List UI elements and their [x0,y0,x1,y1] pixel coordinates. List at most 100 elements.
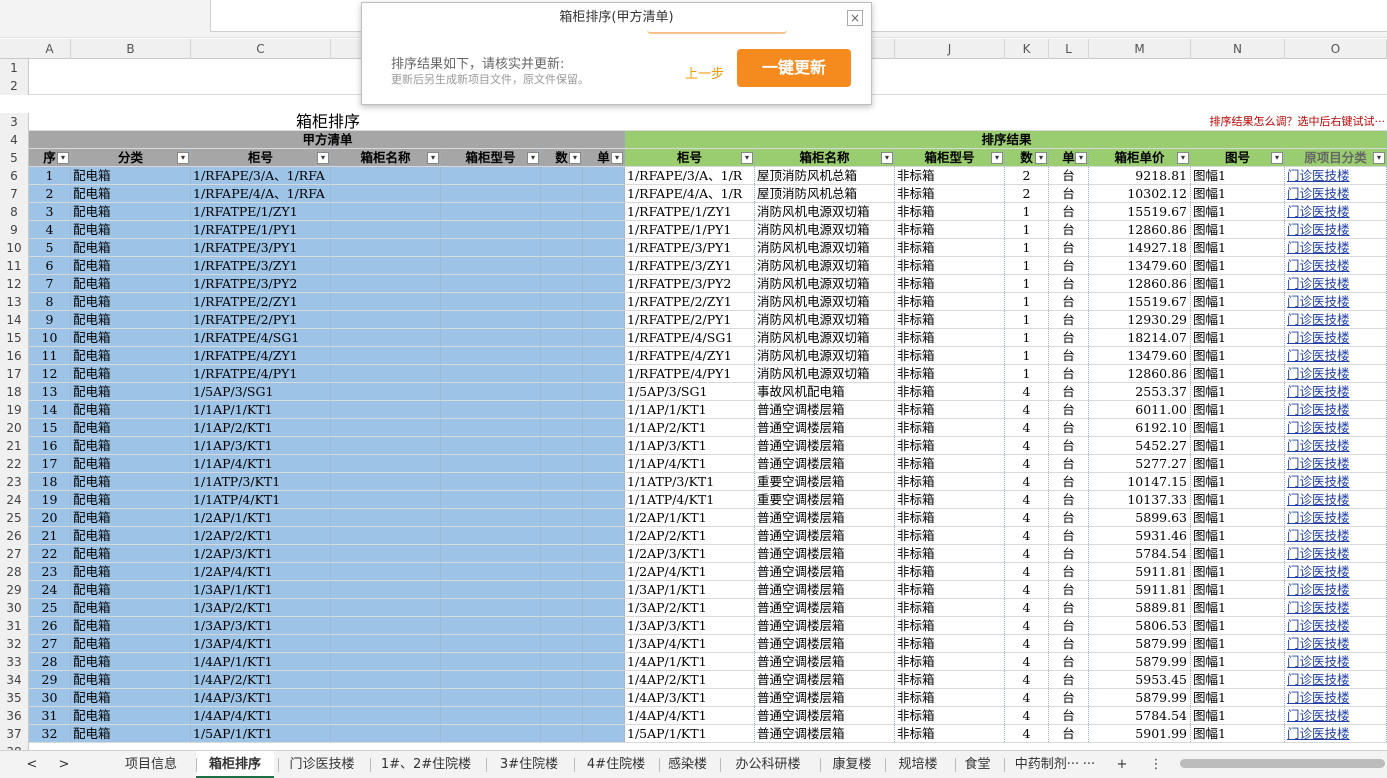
result-price-cell[interactable]: 5879.99 [1089,689,1191,706]
result-model-cell[interactable]: 非标箱 [895,617,1005,634]
result-unit-cell[interactable]: 台 [1049,725,1089,742]
row-number[interactable]: 30 [0,599,29,617]
seq-cell[interactable]: 31 [29,707,71,724]
result-drawing-cell[interactable]: 图幅1 [1191,167,1285,184]
result-cabinet-no-cell[interactable]: 1/4AP/2/KT1 [625,671,755,688]
cabinet-model-cell[interactable] [441,527,541,544]
result-price-cell[interactable]: 15519.67 [1089,203,1191,220]
result-name-cell[interactable]: 普通空调楼层箱 [755,509,895,526]
category-cell[interactable]: 配电箱 [71,491,191,508]
cabinet-model-cell[interactable] [441,563,541,580]
result-price-cell[interactable]: 10147.15 [1089,473,1191,490]
result-origin-link[interactable]: 门诊医技楼 [1285,437,1387,454]
result-cabinet-no-cell[interactable]: 1/RFATPE/1/PY1 [625,221,755,238]
result-qty-cell[interactable]: 4 [1005,545,1049,562]
cabinet-name-cell[interactable] [331,275,441,292]
result-drawing-cell[interactable]: 图幅1 [1191,473,1285,490]
tab-next-icon[interactable]: > [54,751,74,778]
result-name-cell[interactable]: 事故风机配电箱 [755,383,895,400]
result-qty-cell[interactable]: 4 [1005,437,1049,454]
result-cabinet-no-cell[interactable]: 1/1AP/4/KT1 [625,455,755,472]
result-cabinet-no-cell[interactable]: 1/3AP/3/KT1 [625,617,755,634]
row-number[interactable]: 16 [0,347,29,365]
result-model-cell[interactable]: 非标箱 [895,455,1005,472]
result-price-cell[interactable]: 12860.86 [1089,365,1191,382]
result-qty-cell[interactable]: 4 [1005,689,1049,706]
cabinet-model-cell[interactable] [441,383,541,400]
column-header-a[interactable]: A [29,39,71,59]
cabinet-model-cell[interactable] [441,617,541,634]
result-name-cell[interactable]: 普通空调楼层箱 [755,689,895,706]
seq-cell[interactable]: 22 [29,545,71,562]
prev-step-button[interactable]: 上一步 [685,63,724,82]
qty-cell[interactable] [541,365,583,382]
result-origin-link[interactable]: 门诊医技楼 [1285,707,1387,724]
result-unit-cell[interactable]: 台 [1049,221,1089,238]
category-cell[interactable]: 配电箱 [71,203,191,220]
sheet-tab[interactable]: 办公科研楼 [720,751,816,778]
result-unit-cell[interactable]: 台 [1049,401,1089,418]
result-cabinet-no-cell[interactable]: 1/1ATP/4/KT1 [625,491,755,508]
cabinet-name-cell[interactable] [331,455,441,472]
result-name-cell[interactable]: 普通空调楼层箱 [755,635,895,652]
category-cell[interactable]: 配电箱 [71,527,191,544]
row-number[interactable]: 12 [0,275,29,293]
seq-cell[interactable]: 25 [29,599,71,616]
result-origin-link[interactable]: 门诊医技楼 [1285,203,1387,220]
result-model-cell[interactable]: 非标箱 [895,581,1005,598]
unit-cell[interactable] [583,563,625,580]
result-model-cell[interactable]: 非标箱 [895,437,1005,454]
row-number[interactable]: 22 [0,455,29,473]
category-cell[interactable]: 配电箱 [71,401,191,418]
result-qty-cell[interactable]: 1 [1005,221,1049,238]
result-cabinet-no-cell[interactable]: 1/1AP/3/KT1 [625,437,755,454]
unit-cell[interactable] [583,581,625,598]
qty-cell[interactable] [541,401,583,418]
row-number[interactable]: 33 [0,653,29,671]
unit-cell[interactable] [583,725,625,742]
result-qty-cell[interactable]: 4 [1005,401,1049,418]
result-unit-cell[interactable]: 台 [1049,563,1089,580]
row-number[interactable]: 15 [0,329,29,347]
result-drawing-cell[interactable]: 图幅1 [1191,491,1285,508]
category-cell[interactable]: 配电箱 [71,419,191,436]
result-model-cell[interactable]: 非标箱 [895,203,1005,220]
result-origin-link[interactable]: 门诊医技楼 [1285,185,1387,202]
result-origin-link[interactable]: 门诊医技楼 [1285,167,1387,184]
result-cabinet-no-cell[interactable]: 1/4AP/3/KT1 [625,689,755,706]
qty-cell[interactable] [541,689,583,706]
result-unit-cell[interactable]: 台 [1049,581,1089,598]
result-price-cell[interactable]: 6192.10 [1089,419,1191,436]
result-cabinet-no-cell[interactable]: 1/5AP/3/SG1 [625,383,755,400]
result-unit-cell[interactable]: 台 [1049,239,1089,256]
column-header-c[interactable]: C [191,39,331,59]
unit-cell[interactable] [583,617,625,634]
cabinet-name-cell[interactable] [331,221,441,238]
result-drawing-cell[interactable]: 图幅1 [1191,689,1285,706]
seq-cell[interactable]: 24 [29,581,71,598]
cabinet-model-cell[interactable] [441,185,541,202]
result-drawing-cell[interactable]: 图幅1 [1191,599,1285,616]
result-price-cell[interactable]: 15519.67 [1089,293,1191,310]
cabinet-model-cell[interactable] [441,347,541,364]
cabinet-name-cell[interactable] [331,581,441,598]
cabinet-model-cell[interactable] [441,419,541,436]
sheet-tab[interactable]: 感染楼 [659,751,716,778]
result-name-cell[interactable]: 普通空调楼层箱 [755,527,895,544]
result-price-cell[interactable]: 5953.45 [1089,671,1191,688]
result-drawing-cell[interactable]: 图幅1 [1191,311,1285,328]
category-cell[interactable]: 配电箱 [71,455,191,472]
qty-cell[interactable] [541,167,583,184]
cabinet-no-cell[interactable]: 1/RFATPE/4/PY1 [191,365,331,382]
cabinet-model-cell[interactable] [441,599,541,616]
seq-cell[interactable]: 16 [29,437,71,454]
result-drawing-cell[interactable]: 图幅1 [1191,581,1285,598]
one-click-update-button[interactable]: 一键更新 [737,49,851,87]
cabinet-name-cell[interactable] [331,419,441,436]
cabinet-no-cell[interactable]: 1/RFATPE/3/ZY1 [191,257,331,274]
qty-cell[interactable] [541,509,583,526]
result-price-cell[interactable]: 5931.46 [1089,527,1191,544]
category-cell[interactable]: 配电箱 [71,437,191,454]
cabinet-name-cell[interactable] [331,167,441,184]
filter-dropdown-icon[interactable]: ▾ [427,152,439,164]
